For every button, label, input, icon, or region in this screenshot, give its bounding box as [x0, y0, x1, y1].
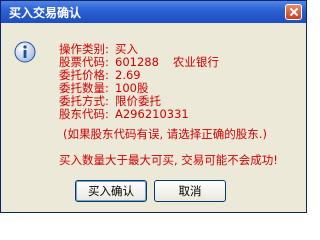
detail-row-action: 操作类别: 买入 — [59, 43, 138, 55]
detail-value: A296210331 — [115, 107, 189, 121]
detail-value: 2.69 — [115, 68, 141, 82]
detail-label: 委托方式: — [59, 94, 109, 108]
detail-row-quantity: 委托数量: 100股 — [59, 82, 148, 94]
title-bar[interactable]: 买入交易确认 — [1, 1, 306, 23]
detail-value: 买入 — [115, 42, 138, 56]
detail-value: 100股 — [115, 81, 149, 95]
detail-label: 股票代码: — [59, 55, 109, 69]
trade-confirm-dialog: 买入交易确认 操作类别: 买入 股票代码: 601288 农业银行 委托价格: 2.69… — [0, 0, 307, 213]
detail-label: 委托价格: — [59, 68, 109, 82]
detail-row-stock-code: 股票代码: 601288 农业银行 — [59, 56, 219, 68]
stock-name: 农业银行 — [172, 55, 219, 69]
info-icon — [14, 41, 36, 63]
shareholder-note: (如果股东代码有误, 请选择正确的股东.) — [63, 127, 267, 141]
detail-row-order-type: 委托方式: 限价委托 — [59, 95, 161, 107]
close-button[interactable] — [285, 4, 302, 20]
detail-value: 限价委托 — [115, 94, 161, 108]
confirm-buy-button[interactable]: 买入确认 — [75, 180, 147, 202]
detail-value: 601288 — [115, 55, 159, 69]
detail-label: 委托数量: — [59, 81, 109, 95]
dialog-title: 买入交易确认 — [9, 6, 82, 20]
detail-label: 股东代码: — [59, 107, 109, 121]
warning-message: 买入数量大于最大可买, 交易可能不会成功! — [59, 153, 278, 167]
detail-label: 操作类别: — [59, 42, 109, 56]
cancel-button[interactable]: 取消 — [154, 180, 226, 202]
detail-row-price: 委托价格: 2.69 — [59, 69, 141, 81]
detail-row-shareholder-code: 股东代码: A296210331 — [59, 108, 189, 120]
